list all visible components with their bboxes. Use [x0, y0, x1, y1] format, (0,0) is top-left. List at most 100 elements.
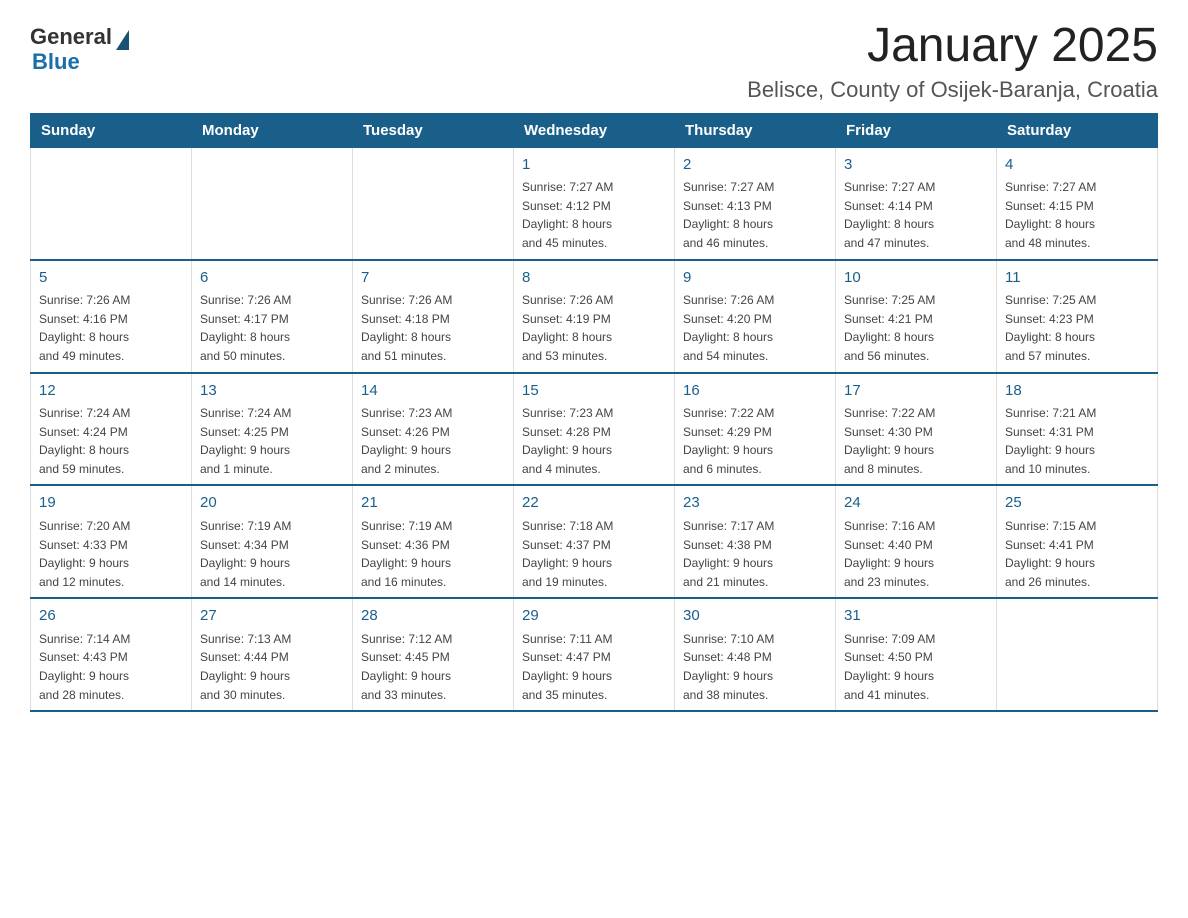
- day-info: Sunrise: 7:25 AM Sunset: 4:21 PM Dayligh…: [844, 291, 988, 365]
- calendar-cell: 17Sunrise: 7:22 AM Sunset: 4:30 PM Dayli…: [836, 373, 997, 486]
- day-number: 18: [1005, 380, 1149, 403]
- logo-triangle-icon: [116, 30, 129, 50]
- page-subtitle: Belisce, County of Osijek-Baranja, Croat…: [747, 77, 1158, 103]
- calendar-header: SundayMondayTuesdayWednesdayThursdayFrid…: [31, 113, 1158, 147]
- weekday-header-wednesday: Wednesday: [514, 113, 675, 147]
- logo-text-blue: Blue: [32, 49, 80, 74]
- day-number: 11: [1005, 267, 1149, 290]
- page-title: January 2025: [747, 20, 1158, 73]
- logo: General Blue: [30, 25, 129, 74]
- calendar-cell: 20Sunrise: 7:19 AM Sunset: 4:34 PM Dayli…: [192, 485, 353, 598]
- day-info: Sunrise: 7:14 AM Sunset: 4:43 PM Dayligh…: [39, 630, 183, 704]
- weekday-header-thursday: Thursday: [675, 113, 836, 147]
- day-number: 1: [522, 154, 666, 177]
- calendar-week-row: 19Sunrise: 7:20 AM Sunset: 4:33 PM Dayli…: [31, 485, 1158, 598]
- calendar-cell: [192, 147, 353, 259]
- day-number: 25: [1005, 492, 1149, 515]
- day-number: 26: [39, 605, 183, 628]
- calendar-cell: [997, 598, 1158, 711]
- calendar-week-row: 12Sunrise: 7:24 AM Sunset: 4:24 PM Dayli…: [31, 373, 1158, 486]
- calendar-cell: 9Sunrise: 7:26 AM Sunset: 4:20 PM Daylig…: [675, 260, 836, 373]
- calendar-week-row: 1Sunrise: 7:27 AM Sunset: 4:12 PM Daylig…: [31, 147, 1158, 259]
- day-info: Sunrise: 7:26 AM Sunset: 4:18 PM Dayligh…: [361, 291, 505, 365]
- day-info: Sunrise: 7:19 AM Sunset: 4:34 PM Dayligh…: [200, 517, 344, 591]
- calendar-cell: 21Sunrise: 7:19 AM Sunset: 4:36 PM Dayli…: [353, 485, 514, 598]
- day-info: Sunrise: 7:12 AM Sunset: 4:45 PM Dayligh…: [361, 630, 505, 704]
- day-number: 13: [200, 380, 344, 403]
- day-number: 12: [39, 380, 183, 403]
- weekday-header-tuesday: Tuesday: [353, 113, 514, 147]
- day-info: Sunrise: 7:13 AM Sunset: 4:44 PM Dayligh…: [200, 630, 344, 704]
- day-number: 9: [683, 267, 827, 290]
- day-info: Sunrise: 7:17 AM Sunset: 4:38 PM Dayligh…: [683, 517, 827, 591]
- day-number: 22: [522, 492, 666, 515]
- calendar-week-row: 5Sunrise: 7:26 AM Sunset: 4:16 PM Daylig…: [31, 260, 1158, 373]
- calendar-cell: 8Sunrise: 7:26 AM Sunset: 4:19 PM Daylig…: [514, 260, 675, 373]
- day-info: Sunrise: 7:27 AM Sunset: 4:15 PM Dayligh…: [1005, 178, 1149, 252]
- day-number: 5: [39, 267, 183, 290]
- day-number: 16: [683, 380, 827, 403]
- calendar-cell: 2Sunrise: 7:27 AM Sunset: 4:13 PM Daylig…: [675, 147, 836, 259]
- calendar-cell: 23Sunrise: 7:17 AM Sunset: 4:38 PM Dayli…: [675, 485, 836, 598]
- calendar-cell: 27Sunrise: 7:13 AM Sunset: 4:44 PM Dayli…: [192, 598, 353, 711]
- day-info: Sunrise: 7:26 AM Sunset: 4:16 PM Dayligh…: [39, 291, 183, 365]
- calendar-cell: 25Sunrise: 7:15 AM Sunset: 4:41 PM Dayli…: [997, 485, 1158, 598]
- calendar-cell: [31, 147, 192, 259]
- calendar-cell: 28Sunrise: 7:12 AM Sunset: 4:45 PM Dayli…: [353, 598, 514, 711]
- day-number: 2: [683, 154, 827, 177]
- weekday-header-monday: Monday: [192, 113, 353, 147]
- day-info: Sunrise: 7:18 AM Sunset: 4:37 PM Dayligh…: [522, 517, 666, 591]
- day-info: Sunrise: 7:26 AM Sunset: 4:17 PM Dayligh…: [200, 291, 344, 365]
- calendar-body: 1Sunrise: 7:27 AM Sunset: 4:12 PM Daylig…: [31, 147, 1158, 711]
- weekday-header-row: SundayMondayTuesdayWednesdayThursdayFrid…: [31, 113, 1158, 147]
- day-number: 30: [683, 605, 827, 628]
- calendar-cell: 10Sunrise: 7:25 AM Sunset: 4:21 PM Dayli…: [836, 260, 997, 373]
- day-number: 23: [683, 492, 827, 515]
- day-number: 14: [361, 380, 505, 403]
- day-number: 4: [1005, 154, 1149, 177]
- day-number: 27: [200, 605, 344, 628]
- weekday-header-sunday: Sunday: [31, 113, 192, 147]
- calendar-cell: 13Sunrise: 7:24 AM Sunset: 4:25 PM Dayli…: [192, 373, 353, 486]
- calendar-cell: 5Sunrise: 7:26 AM Sunset: 4:16 PM Daylig…: [31, 260, 192, 373]
- day-info: Sunrise: 7:23 AM Sunset: 4:28 PM Dayligh…: [522, 404, 666, 478]
- day-number: 24: [844, 492, 988, 515]
- day-info: Sunrise: 7:27 AM Sunset: 4:14 PM Dayligh…: [844, 178, 988, 252]
- day-info: Sunrise: 7:09 AM Sunset: 4:50 PM Dayligh…: [844, 630, 988, 704]
- page-header: General Blue January 2025 Belisce, Count…: [30, 20, 1158, 103]
- day-info: Sunrise: 7:16 AM Sunset: 4:40 PM Dayligh…: [844, 517, 988, 591]
- day-number: 6: [200, 267, 344, 290]
- calendar-cell: 11Sunrise: 7:25 AM Sunset: 4:23 PM Dayli…: [997, 260, 1158, 373]
- day-number: 29: [522, 605, 666, 628]
- day-info: Sunrise: 7:24 AM Sunset: 4:24 PM Dayligh…: [39, 404, 183, 478]
- weekday-header-friday: Friday: [836, 113, 997, 147]
- weekday-header-saturday: Saturday: [997, 113, 1158, 147]
- calendar-cell: [353, 147, 514, 259]
- calendar-cell: 22Sunrise: 7:18 AM Sunset: 4:37 PM Dayli…: [514, 485, 675, 598]
- day-number: 10: [844, 267, 988, 290]
- calendar-cell: 26Sunrise: 7:14 AM Sunset: 4:43 PM Dayli…: [31, 598, 192, 711]
- day-info: Sunrise: 7:22 AM Sunset: 4:30 PM Dayligh…: [844, 404, 988, 478]
- calendar-cell: 30Sunrise: 7:10 AM Sunset: 4:48 PM Dayli…: [675, 598, 836, 711]
- day-info: Sunrise: 7:24 AM Sunset: 4:25 PM Dayligh…: [200, 404, 344, 478]
- day-number: 21: [361, 492, 505, 515]
- calendar-cell: 16Sunrise: 7:22 AM Sunset: 4:29 PM Dayli…: [675, 373, 836, 486]
- calendar-cell: 15Sunrise: 7:23 AM Sunset: 4:28 PM Dayli…: [514, 373, 675, 486]
- day-info: Sunrise: 7:15 AM Sunset: 4:41 PM Dayligh…: [1005, 517, 1149, 591]
- day-info: Sunrise: 7:27 AM Sunset: 4:12 PM Dayligh…: [522, 178, 666, 252]
- calendar-cell: 12Sunrise: 7:24 AM Sunset: 4:24 PM Dayli…: [31, 373, 192, 486]
- day-info: Sunrise: 7:27 AM Sunset: 4:13 PM Dayligh…: [683, 178, 827, 252]
- day-number: 31: [844, 605, 988, 628]
- calendar-week-row: 26Sunrise: 7:14 AM Sunset: 4:43 PM Dayli…: [31, 598, 1158, 711]
- day-number: 7: [361, 267, 505, 290]
- day-info: Sunrise: 7:21 AM Sunset: 4:31 PM Dayligh…: [1005, 404, 1149, 478]
- calendar-table: SundayMondayTuesdayWednesdayThursdayFrid…: [30, 113, 1158, 712]
- day-info: Sunrise: 7:10 AM Sunset: 4:48 PM Dayligh…: [683, 630, 827, 704]
- day-info: Sunrise: 7:22 AM Sunset: 4:29 PM Dayligh…: [683, 404, 827, 478]
- calendar-cell: 19Sunrise: 7:20 AM Sunset: 4:33 PM Dayli…: [31, 485, 192, 598]
- day-number: 3: [844, 154, 988, 177]
- calendar-cell: 6Sunrise: 7:26 AM Sunset: 4:17 PM Daylig…: [192, 260, 353, 373]
- day-info: Sunrise: 7:19 AM Sunset: 4:36 PM Dayligh…: [361, 517, 505, 591]
- logo-text-general: General: [30, 24, 112, 49]
- calendar-cell: 29Sunrise: 7:11 AM Sunset: 4:47 PM Dayli…: [514, 598, 675, 711]
